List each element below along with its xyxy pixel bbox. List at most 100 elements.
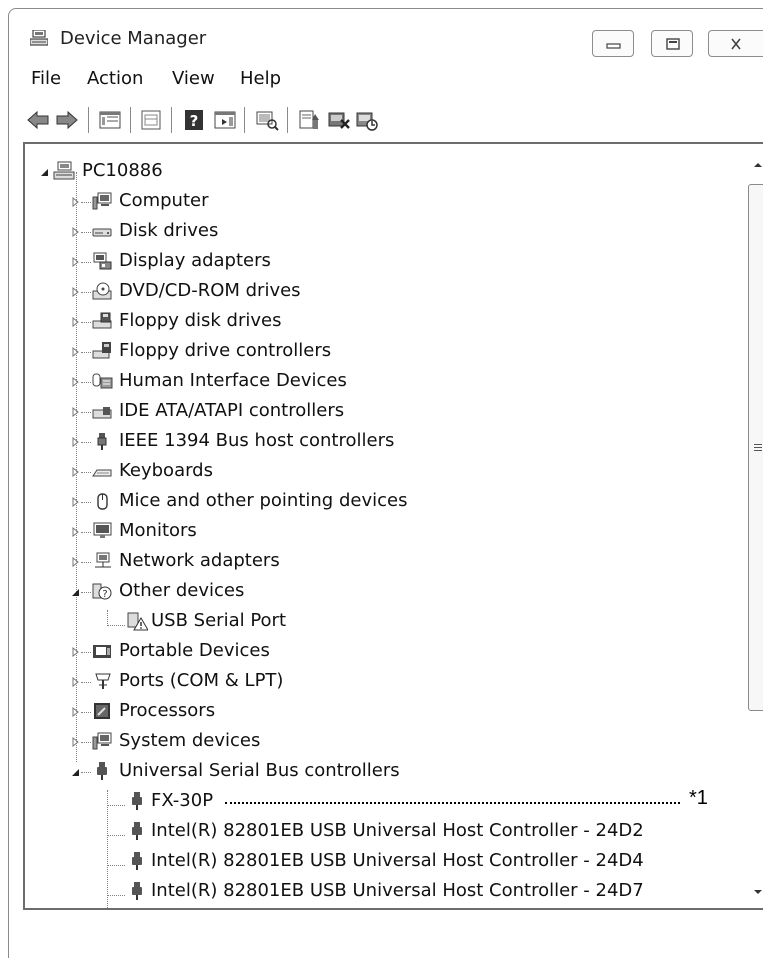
refresh-icon[interactable] <box>139 108 163 132</box>
toolbar-separator <box>171 107 172 133</box>
toolbar-separator <box>244 107 245 133</box>
tree-device-label: USB Serial Port <box>151 610 287 631</box>
expand-icon[interactable] <box>72 287 80 297</box>
device-tree[interactable]: PC10886 Computer Disk drives Display adapt… <box>25 144 746 908</box>
scroll-down-icon[interactable] <box>751 885 763 899</box>
toolbar-separator <box>130 107 131 133</box>
expand-icon[interactable] <box>72 467 80 477</box>
tree-category-label: System devices <box>119 730 261 751</box>
menu-help[interactable]: Help <box>240 68 281 89</box>
vertical-scrollbar[interactable] <box>746 144 763 908</box>
tree-category[interactable]: Keyboards <box>25 457 585 487</box>
expand-icon[interactable] <box>72 377 80 387</box>
tree-category[interactable]: Ports (COM & LPT) <box>25 667 585 697</box>
expand-icon[interactable] <box>72 497 80 507</box>
expand-icon[interactable] <box>72 677 80 687</box>
maximize-button[interactable] <box>651 30 693 57</box>
computer-icon <box>92 192 112 210</box>
expand-icon[interactable] <box>72 647 80 657</box>
expand-icon[interactable] <box>72 227 80 237</box>
scroll-thumb[interactable] <box>748 184 763 711</box>
floppy-controller-icon <box>92 342 111 359</box>
tree-category-label: Processors <box>119 700 216 721</box>
tree-device[interactable]: Intel(R) 82801EB USB Universal Host Cont… <box>25 877 725 907</box>
tree-device-label: Intel(R) 82801EB USB Universal Host Cont… <box>151 880 644 901</box>
tree-category-label: Mice and other pointing devices <box>119 490 408 511</box>
tree-category[interactable]: Portable Devices <box>25 637 585 667</box>
tree-category[interactable]: Mice and other pointing devices <box>25 487 585 517</box>
tree-connector <box>81 742 91 743</box>
portable-device-icon <box>93 645 111 658</box>
tree-category-label: Network adapters <box>119 550 280 571</box>
minimize-button[interactable] <box>592 30 634 57</box>
menu-view[interactable]: View <box>172 68 215 89</box>
back-icon[interactable] <box>26 108 50 132</box>
scroll-up-icon[interactable] <box>751 158 763 172</box>
title-bar[interactable]: Device Manager <box>9 9 763 59</box>
tree-category[interactable]: Computer <box>25 187 585 217</box>
tree-connector <box>81 442 91 443</box>
system-device-icon <box>92 732 112 750</box>
view-icon[interactable] <box>213 108 237 132</box>
tree-category-label: Portable Devices <box>119 640 270 661</box>
tree-category[interactable]: Floppy disk drives <box>25 307 585 337</box>
tree-category-label: Keyboards <box>119 460 213 481</box>
tree-category[interactable]: Display adapters <box>25 247 585 277</box>
tree-connector <box>81 202 91 203</box>
expand-icon[interactable] <box>72 527 80 537</box>
scan-hardware-icon[interactable] <box>255 108 279 132</box>
device-manager-icon <box>30 30 48 46</box>
update-driver-icon[interactable] <box>297 108 321 132</box>
uninstall-icon[interactable] <box>327 108 351 132</box>
tree-device[interactable]: USB Serial Port <box>25 607 725 637</box>
tree-category[interactable]: Human Interface Devices <box>25 367 585 397</box>
expand-icon[interactable] <box>72 197 80 207</box>
forward-icon[interactable] <box>55 108 79 132</box>
expand-icon[interactable] <box>72 707 80 717</box>
callout-leader <box>225 802 680 804</box>
collapse-icon[interactable] <box>72 587 80 597</box>
ieee1394-icon <box>97 433 107 450</box>
tree-category[interactable]: Floppy drive controllers <box>25 337 585 367</box>
tree-category[interactable]: ? Other devices <box>25 577 585 607</box>
expand-icon[interactable] <box>72 317 80 327</box>
tree-category[interactable]: DVD/CD-ROM drives <box>25 277 585 307</box>
usb-device-icon <box>132 852 142 870</box>
properties-icon[interactable] <box>98 108 122 132</box>
collapse-icon[interactable] <box>41 167 49 177</box>
dvd-drive-icon <box>92 282 112 300</box>
collapse-icon[interactable] <box>72 767 80 777</box>
tree-category[interactable]: IDE ATA/ATAPI controllers <box>25 397 585 427</box>
tree-category[interactable]: Monitors <box>25 517 585 547</box>
usb-device-icon <box>132 792 142 810</box>
tree-category[interactable]: Disk drives <box>25 217 585 247</box>
tree-category[interactable]: Processors <box>25 697 585 727</box>
tree-category[interactable]: Network adapters <box>25 547 585 577</box>
expand-icon[interactable] <box>72 557 80 567</box>
tree-device[interactable]: Intel(R) 82801EB USB Universal Host Cont… <box>25 847 725 877</box>
tree-device[interactable]: FX-30P *1 <box>25 787 725 817</box>
tree-category[interactable]: IEEE 1394 Bus host controllers <box>25 427 585 457</box>
tree-category[interactable]: Universal Serial Bus controllers <box>25 757 585 787</box>
tree-device[interactable]: Intel(R) 82801EB USB Universal Host Cont… <box>25 817 725 847</box>
tree-root[interactable]: PC10886 <box>25 157 425 187</box>
menu-bar: File Action View Help <box>9 61 763 97</box>
display-adapter-icon <box>93 252 112 270</box>
expand-icon[interactable] <box>72 407 80 417</box>
help-icon[interactable]: ? <box>182 108 206 132</box>
expand-icon[interactable] <box>72 737 80 747</box>
svg-text:?: ? <box>102 589 107 600</box>
toolbar-separator <box>88 107 89 133</box>
expand-icon[interactable] <box>72 437 80 447</box>
tree-category-label: Other devices <box>119 580 245 601</box>
tree-category[interactable]: System devices <box>25 727 585 757</box>
tree-connector <box>81 712 91 713</box>
menu-action[interactable]: Action <box>87 68 143 89</box>
close-button[interactable] <box>708 30 763 57</box>
root-label: PC10886 <box>82 160 163 181</box>
expand-icon[interactable] <box>72 257 80 267</box>
menu-file[interactable]: File <box>31 68 61 89</box>
enable-device-icon[interactable] <box>355 108 379 132</box>
expand-icon[interactable] <box>72 347 80 357</box>
tree-connector <box>81 382 91 383</box>
